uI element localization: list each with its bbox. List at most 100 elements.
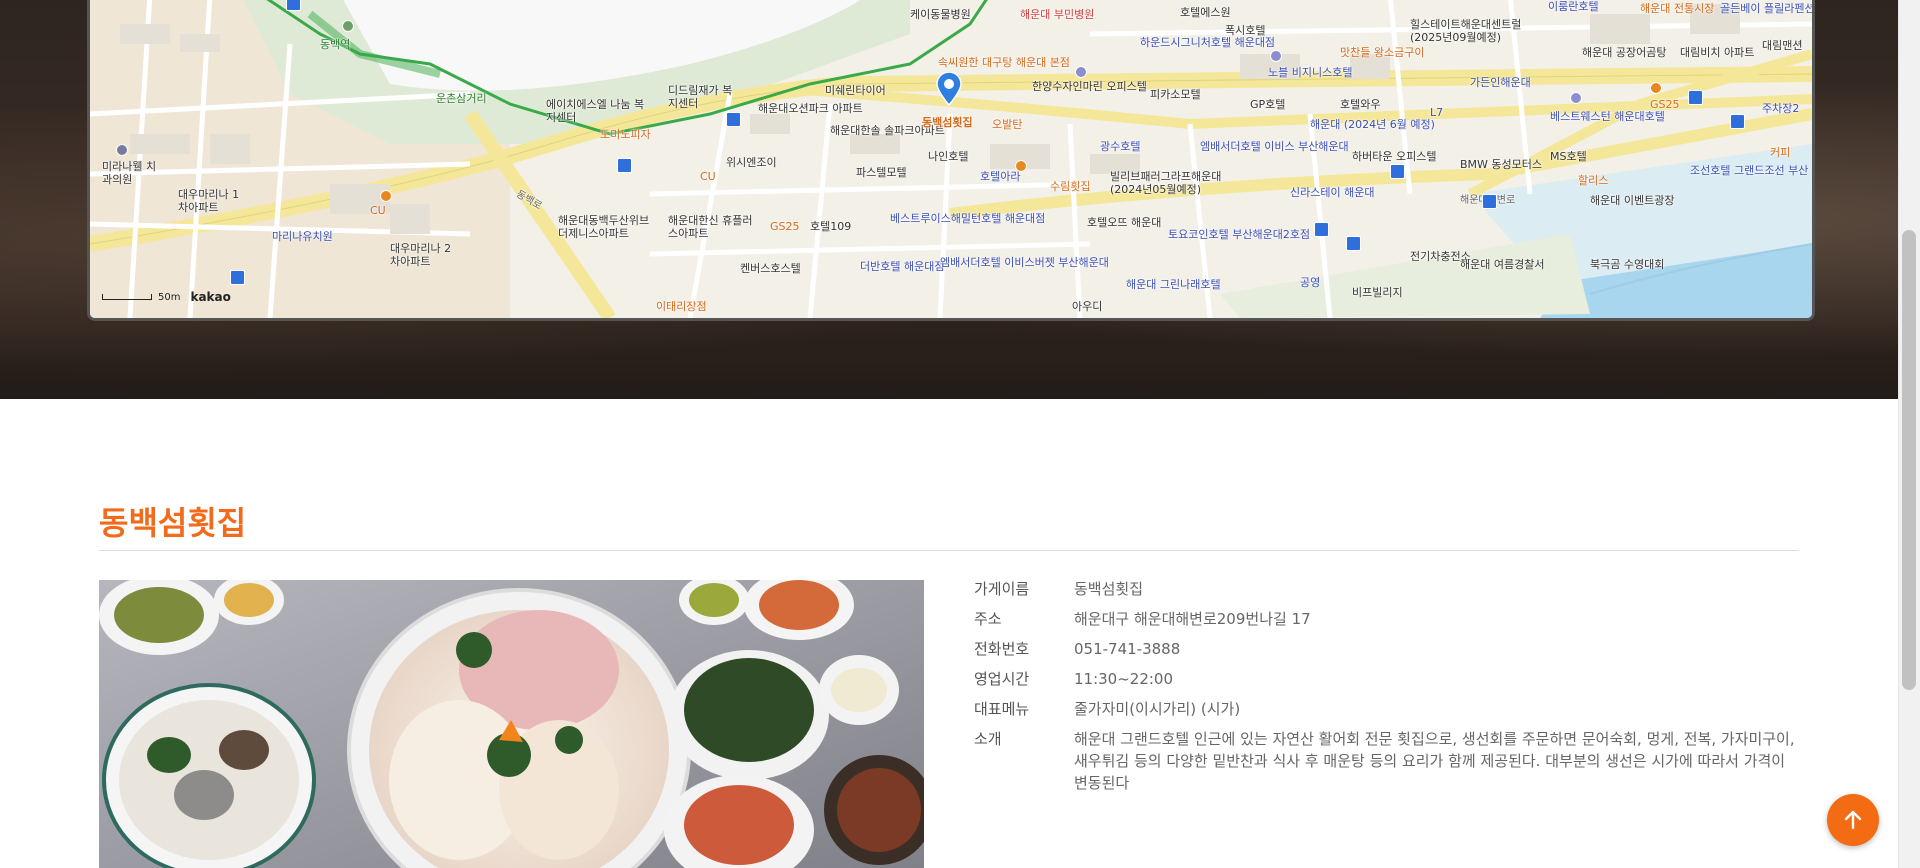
map-label: 위시엔조이 [726, 156, 777, 169]
map-label: 베스트웨스턴 해운대호텔 [1550, 110, 1665, 123]
poi-icon[interactable] [1075, 66, 1087, 78]
map-label: 광수호텔 [1100, 140, 1141, 153]
info-key: 전화번호 [974, 640, 1030, 658]
map-label: 오발탄 [992, 118, 1023, 131]
map-label: 호텔오뜨 해운대 [1087, 216, 1162, 229]
map-label: CU [700, 170, 716, 183]
map-label: 가든인해운대 [1470, 76, 1531, 89]
map-label: 마리나유치원 [272, 230, 333, 243]
scroll-to-top-button[interactable] [1827, 794, 1879, 846]
map-label: 해운대 그린나래호텔 [1126, 278, 1221, 291]
poi-icon[interactable] [380, 190, 392, 202]
poi-icon[interactable] [1570, 92, 1582, 104]
info-value: 11:30~22:00 [1074, 670, 1174, 688]
map-label: 노블 비지니스호텔 [1268, 66, 1353, 79]
map-label: 케이동물병원 [910, 8, 971, 21]
map-label: 골든베이 플릴라펜션 [1720, 2, 1815, 15]
map-label: 힐스테이트해운대센트럴 (2025년09월예정) [1410, 18, 1522, 44]
marker-label: 동백섬횟집 [922, 116, 973, 129]
arrow-up-icon [1844, 810, 1862, 830]
restaurant-photo [99, 580, 924, 868]
bus-stop-icon[interactable] [1482, 194, 1497, 209]
map-label: 비프빌리지 [1352, 286, 1403, 299]
map-label: 운촌삼거리 [436, 92, 487, 105]
map-label: 공영 [1300, 276, 1321, 289]
map-label: 해운대 부민병원 [1020, 8, 1095, 21]
poi-icon[interactable] [342, 20, 354, 32]
map-label: 대림맨션 [1762, 39, 1803, 52]
map-label: 해운대 전통시장 [1640, 2, 1715, 15]
map-label: GP호텔 [1250, 98, 1286, 111]
bus-stop-icon[interactable] [1314, 222, 1329, 237]
map-label: BMW 동성모터스 [1460, 158, 1543, 171]
map-label: 피카소모텔 [1150, 88, 1201, 101]
map-label: 파스텔모텔 [856, 166, 907, 179]
restaurant-marker-icon[interactable] [936, 72, 962, 106]
restaurant-title: 동백섬횟집 [99, 504, 247, 542]
info-row-intro: 소개 해운대 그랜드호텔 인근에 있는 자연산 활어회 전문 횟집으로, 생선회… [974, 728, 1800, 794]
map-label: 호텔에스원 [1180, 6, 1231, 19]
info-value: 줄가자미(이시가리) (시가) [1074, 700, 1241, 718]
map-label: 이룸란호텔 [1548, 0, 1599, 13]
info-value: 해운대 그랜드호텔 인근에 있는 자연산 활어회 전문 횟집으로, 생선회를 주… [1074, 730, 1795, 792]
map-label: 미라나웰 치과의원 [102, 160, 157, 186]
map-label: 북극곰 수영대회 [1590, 258, 1665, 271]
map-label: 동백역 [320, 38, 351, 51]
map-label: 아우디 [1072, 300, 1103, 313]
map-label: 커피 [1770, 146, 1791, 159]
kakao-logo: kakao [190, 290, 231, 304]
map-scale: 50m kakao [102, 290, 231, 304]
restaurant-info: 가게이름 동백섬횟집 주소 해운대구 해운대해변로209번나길 17 전화번호 … [974, 578, 1800, 802]
map-label: 맛찬들 왕소금구이 [1340, 46, 1425, 59]
bus-stop-icon[interactable] [1730, 114, 1745, 129]
map-label: 디드림재가 복지센터 [668, 84, 733, 110]
map-label: 호텔와우 [1340, 98, 1381, 111]
info-key: 영업시간 [974, 670, 1030, 688]
map-label: 해운대 여름경찰서 [1460, 258, 1545, 271]
poi-icon[interactable] [1015, 160, 1027, 172]
poi-icon[interactable] [1650, 82, 1662, 94]
scale-bar [102, 294, 152, 300]
map-label: 대우마리나 1차아파트 [178, 188, 240, 214]
kakao-map[interactable]: 케이동물병원 해운대 부민병원 호텔에스원 폭시호텔 힐스테이트해운대센트럴 (… [87, 0, 1815, 321]
info-key: 대표메뉴 [974, 700, 1030, 718]
map-label: 미쉐린타이어 [825, 84, 886, 97]
map-label: 조선호텔 그랜드조선 부산 [1690, 164, 1809, 177]
map-label: 이태리장점 [656, 300, 707, 313]
scale-label: 50m [158, 291, 181, 303]
info-value: 동백섬횟집 [1074, 580, 1144, 598]
map-label: 엠배서더호텔 이비스버젯 부산해운대 [940, 256, 1109, 269]
map-label: 할리스 [1578, 174, 1609, 187]
info-value: 051-741-3888 [1074, 640, 1181, 658]
bus-stop-icon[interactable] [1390, 164, 1405, 179]
info-key: 가게이름 [974, 580, 1030, 598]
map-label: 엠배서더호텔 이비스 부산해운대 [1200, 140, 1349, 153]
bus-stop-icon[interactable] [1346, 236, 1361, 251]
map-label: GS25 [1650, 98, 1680, 111]
map-label: 빌리브패러그라프해운대 (2024년05월예정) [1110, 170, 1222, 196]
map-label: 해운대 공장어곰탕 [1582, 46, 1667, 59]
map-label: 해운대 (2024년 6월 예정) [1310, 118, 1435, 131]
scrollbar-thumb[interactable] [1902, 230, 1916, 690]
info-row-phone: 전화번호 051-741-3888 [974, 638, 1800, 660]
bus-stop-icon[interactable] [617, 158, 632, 173]
map-label: 도미노피자 [600, 128, 651, 141]
map-label: 해운대 이벤트광장 [1590, 194, 1675, 207]
map-label: 한양수자인마린 오피스텔 [1032, 80, 1147, 93]
info-key: 주소 [974, 610, 1002, 628]
map-label: 켄버스호스텔 [740, 262, 801, 275]
map-label: CU [370, 204, 386, 217]
bus-stop-icon[interactable] [1688, 90, 1703, 105]
map-label: 에이치에스엘 나눔 복지센터 [546, 98, 645, 124]
poi-icon[interactable] [116, 144, 128, 156]
map-label: GS25 [770, 220, 800, 233]
bus-stop-icon[interactable] [230, 270, 245, 285]
map-label: 하운드시그니처호텔 해운대점 [1140, 36, 1276, 49]
bus-stop-icon[interactable] [286, 0, 301, 11]
map-label: 더반호텔 해운대점 [860, 260, 945, 273]
map-label: 해운대오션파크 아파트 [758, 102, 863, 115]
map-label: 토요코인호텔 부산해운대2호점 [1168, 228, 1311, 241]
bus-stop-icon[interactable] [726, 112, 741, 127]
map-label: 대우마리나 2차아파트 [390, 242, 452, 268]
poi-icon[interactable] [1270, 50, 1282, 62]
